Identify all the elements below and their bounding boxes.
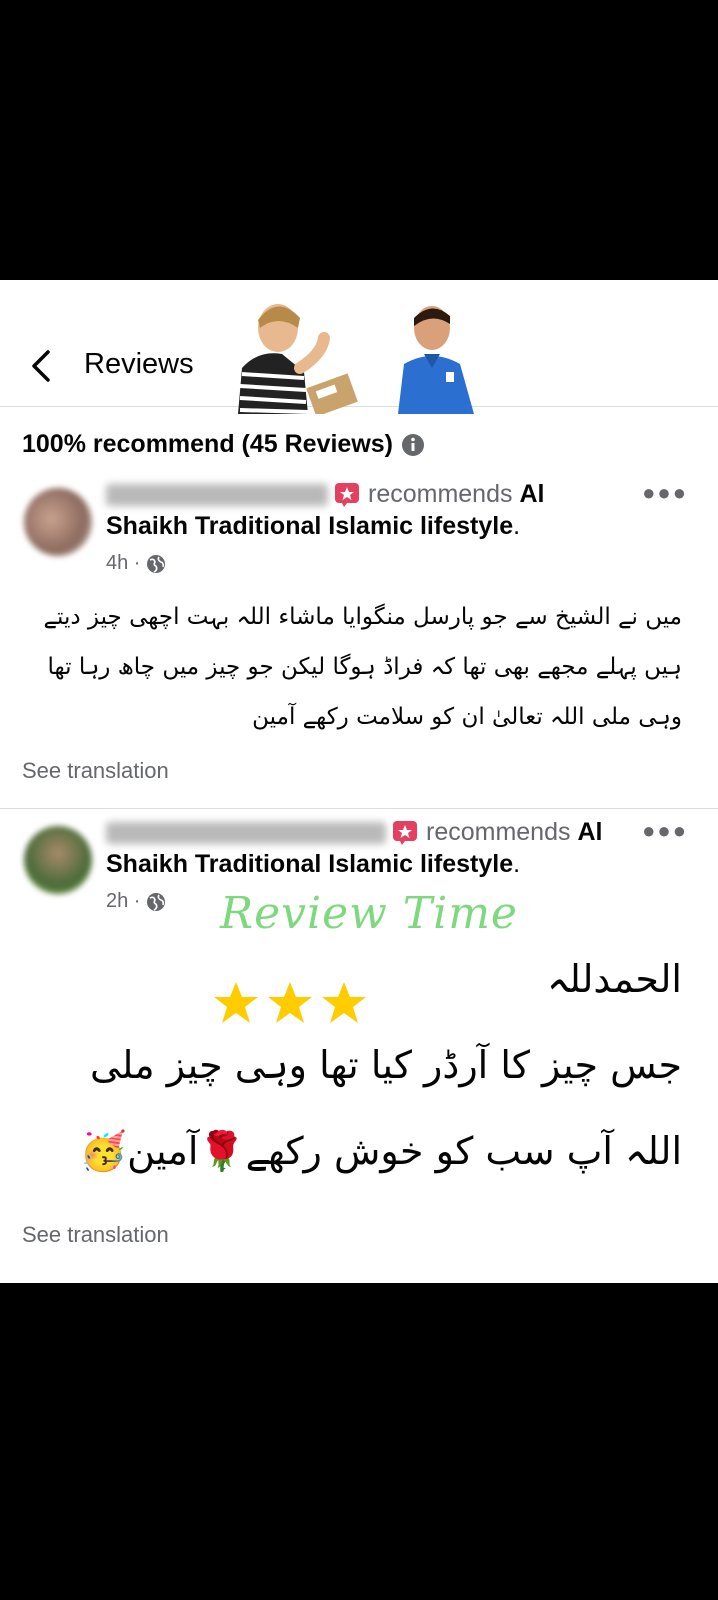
more-options-button[interactable]: ●●●: [642, 480, 688, 506]
review-timestamp: 4h ·: [106, 552, 166, 575]
review-body: میں نے الشیخ سے جو پارسل منگوایا ماشاء ا…: [22, 592, 682, 742]
recommends-label: recommends: [368, 480, 513, 508]
review-line: میں نے الشیخ سے جو پارسل منگوایا ماشاء ا…: [43, 604, 682, 630]
review-divider: [0, 808, 718, 809]
reviews-card: Reviews 100% recommend (45 Reviews) reco…: [0, 280, 718, 1283]
people-exchanging-parcel-image: [238, 304, 474, 414]
recommends-label: recommends: [426, 818, 571, 846]
recommend-badge-icon: [335, 483, 359, 508]
recommend-summary: 100% recommend (45 Reviews): [22, 430, 425, 459]
rating-stars: [212, 980, 368, 1026]
timestamp-text: 4h ·: [106, 552, 141, 574]
review-line: اللہ آپ سب کو خوش رکھے🌹آمین🥳: [79, 1129, 682, 1173]
review-line: وہی ملی اللہ تعالیٰ ان کو سلامت رکھے آمی…: [252, 704, 682, 730]
recommend-badge-icon: [393, 821, 417, 846]
review-item: recommends Al Shaikh Traditional Islamic…: [0, 478, 718, 796]
period-text: .: [513, 850, 521, 878]
page-title: Reviews: [84, 348, 194, 380]
star-icon: [322, 982, 366, 1023]
review-line: ہیں پہلے مجھے بھی تھا کہ فراڈ ہوگا لیکن …: [47, 654, 683, 680]
reviews-header: Reviews: [0, 280, 718, 414]
review-item: recommends Al Shaikh Traditional Islamic…: [0, 816, 718, 1276]
timestamp-text: 2h ·: [106, 890, 141, 912]
info-icon[interactable]: [401, 433, 425, 457]
reviewer-name-blurred[interactable]: [106, 484, 328, 507]
review-body: الحمدللہ جس چیز کا آرڈر کیا تھا وہی چیز …: [22, 936, 682, 1194]
star-icon: [214, 982, 258, 1023]
globe-icon: [147, 554, 166, 573]
reviewer-avatar[interactable]: [24, 488, 92, 556]
star-icon: [268, 982, 312, 1023]
period-text: .: [513, 512, 521, 540]
page-name-link[interactable]: Shaikh Traditional Islamic lifestyle: [106, 512, 513, 540]
review-timestamp: 2h ·: [106, 890, 166, 913]
see-translation-link[interactable]: See translation: [22, 1222, 169, 1248]
review-header-text: recommends Al Shaikh Traditional Islamic…: [106, 478, 666, 542]
review-header-text: recommends Al Shaikh Traditional Islamic…: [106, 816, 666, 880]
back-arrow-icon[interactable]: [28, 348, 54, 384]
page-name-link[interactable]: Shaikh Traditional Islamic lifestyle: [106, 850, 513, 878]
page-name-start[interactable]: Al: [577, 818, 602, 846]
reviewer-name-blurred[interactable]: [106, 822, 386, 845]
recommend-summary-text: 100% recommend (45 Reviews): [22, 430, 394, 458]
review-line: جس چیز کا آرڈر کیا تھا وہی چیز ملی: [90, 1043, 682, 1087]
reviewer-avatar[interactable]: [24, 826, 92, 894]
more-options-button[interactable]: ●●●: [642, 818, 688, 844]
review-time-overlay: Review Time: [220, 888, 518, 939]
globe-icon: [147, 892, 166, 911]
page-name-start[interactable]: Al: [519, 480, 544, 508]
see-translation-link[interactable]: See translation: [22, 758, 169, 784]
